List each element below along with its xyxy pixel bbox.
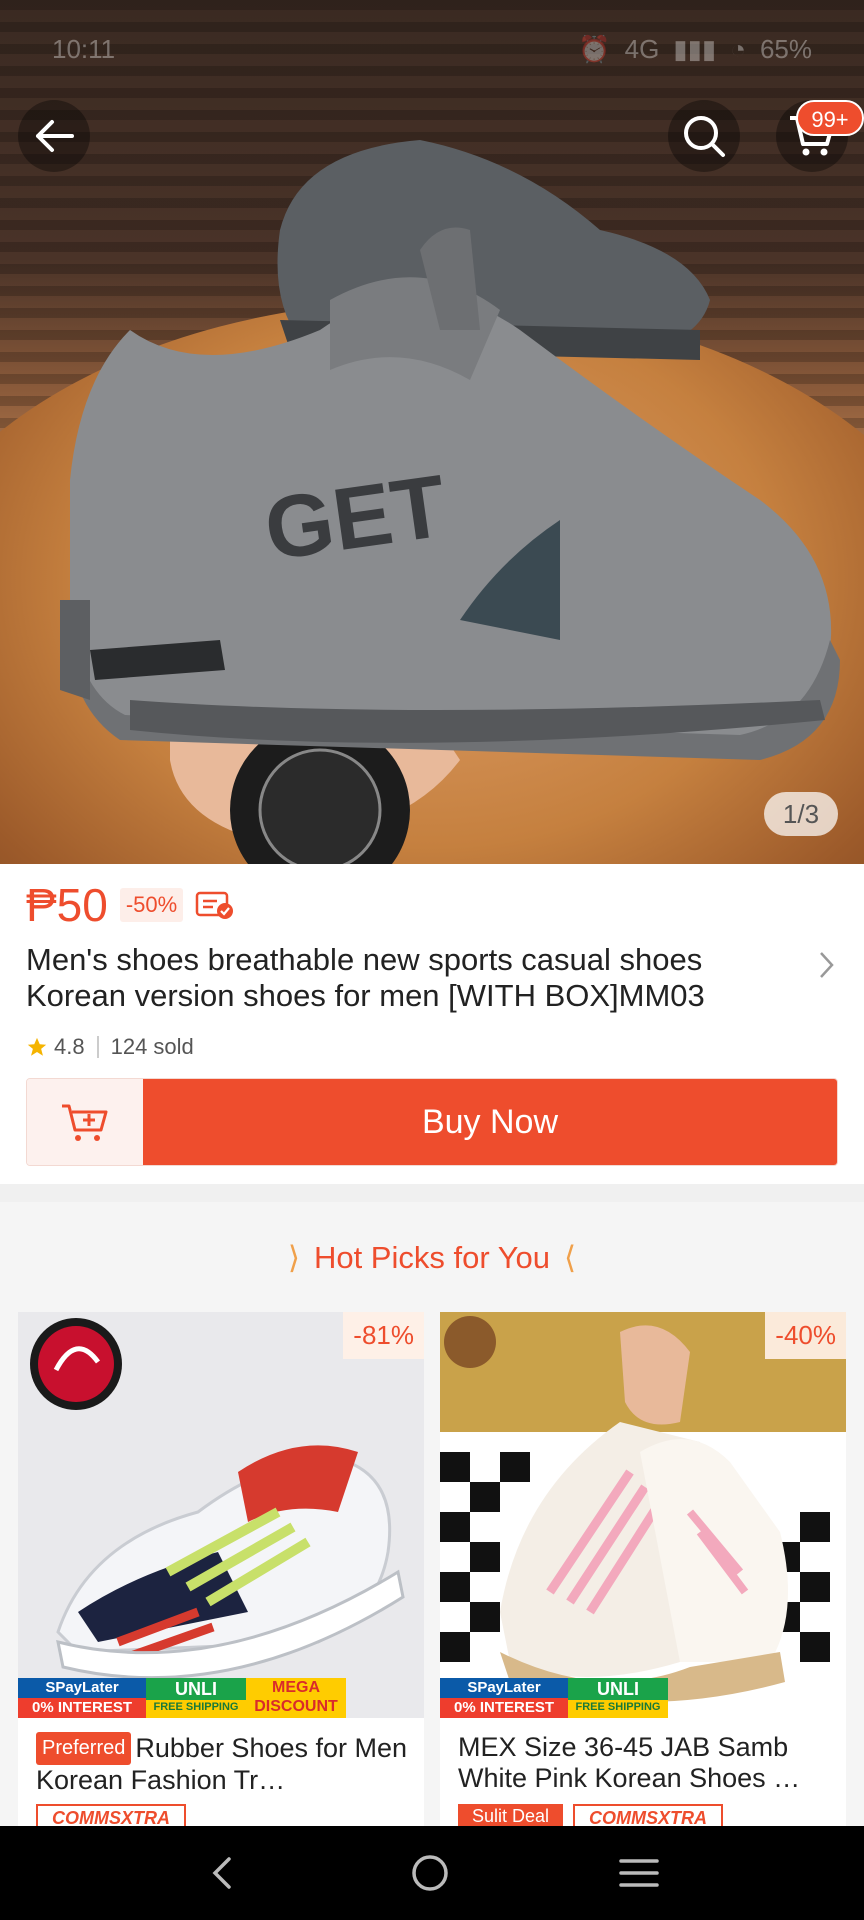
nav-home-icon[interactable] xyxy=(408,1851,452,1895)
spaylater-promo: SPayLater 0% INTEREST xyxy=(440,1678,568,1718)
product-title[interactable]: Men's shoes breathable new sports casual… xyxy=(26,942,786,1014)
mega-discount-promo: MEGA DISCOUNT xyxy=(246,1678,346,1718)
product-card[interactable]: -40% SPayLater 0% INTEREST UNLI FREE SHI… xyxy=(440,1312,846,1832)
system-navigation-bar xyxy=(0,1826,864,1920)
hot-picks-header: ⟩ Hot Picks for You ⟨ xyxy=(0,1240,864,1276)
rating-row: 4.8 124 sold xyxy=(26,1034,194,1060)
battery-level: 65% xyxy=(759,34,812,64)
status-bar: 10:11 ⏰ 4G ▮▮▮ ◔ 65% xyxy=(0,0,864,100)
purchase-bar: Buy Now xyxy=(26,1078,838,1166)
promo-strip: SPayLater 0% INTEREST UNLI FREE SHIPPING… xyxy=(18,1678,424,1718)
sparkle-right-icon: ⟨ xyxy=(564,1240,577,1275)
signal-icon: ▮▮▮ xyxy=(673,34,717,64)
sold-count: 124 sold xyxy=(110,1034,194,1059)
spaylater-label: SPayLater xyxy=(45,1679,119,1696)
card-title-text: MEX Size 36-45 JAB Samb White Pink Korea… xyxy=(458,1732,801,1793)
add-to-cart-button[interactable] xyxy=(27,1079,143,1165)
unli-promo: UNLI FREE SHIPPING xyxy=(146,1678,246,1718)
product-image-carousel[interactable]: GET 10:11 ⏰ 4G ▮▮▮ ◔ 65% 99+ 1/3 xyxy=(0,0,864,864)
product-card[interactable]: -81% SPayLater 0% INTEREST UNLI FREE SHI… xyxy=(18,1312,424,1832)
unli-label: UNLI xyxy=(175,1679,217,1699)
back-button[interactable] xyxy=(18,100,90,172)
preferred-tag: Preferred xyxy=(36,1732,132,1765)
mega-label: MEGA xyxy=(272,1679,320,1696)
promo-strip: SPayLater 0% INTEREST UNLI FREE SHIPPING xyxy=(440,1678,846,1718)
status-time: 10:11 xyxy=(52,34,116,64)
unli-label: UNLI xyxy=(597,1679,639,1699)
nav-back-icon[interactable] xyxy=(203,1853,243,1893)
search-button[interactable] xyxy=(668,100,740,172)
add-cart-icon xyxy=(62,1104,108,1141)
spaylater-label: SPayLater xyxy=(467,1679,541,1696)
sparkle-left-icon: ⟩ xyxy=(287,1240,300,1275)
image-counter: 1/3 xyxy=(764,792,838,836)
product-price: ₱50 xyxy=(26,879,108,931)
search-icon xyxy=(684,116,725,157)
hot-picks-title: Hot Picks for You xyxy=(313,1240,551,1275)
free-shipping-label: FREE SHIPPING xyxy=(575,1701,661,1713)
product-thumbnail xyxy=(440,1312,846,1718)
rating-divider xyxy=(96,1036,99,1058)
network-label: 4G xyxy=(624,34,660,64)
free-shipping-label: FREE SHIPPING xyxy=(153,1701,239,1713)
section-divider xyxy=(0,1184,864,1202)
arrow-left-icon xyxy=(36,120,74,152)
chevron-right-icon[interactable] xyxy=(816,948,838,982)
battery-icon: ◔ xyxy=(730,34,746,64)
interest-label: 0% INTEREST xyxy=(453,1699,555,1716)
cart-count-badge: 99+ xyxy=(796,100,864,136)
rating-value: 4.8 xyxy=(54,1034,85,1059)
spaylater-promo: SPayLater 0% INTEREST xyxy=(18,1678,146,1718)
unli-promo: UNLI FREE SHIPPING xyxy=(568,1678,668,1718)
buy-now-button[interactable]: Buy Now xyxy=(143,1079,837,1165)
voucher-icon[interactable] xyxy=(195,889,235,921)
card-title: Preferred Rubber Shoes for Men Korean Fas… xyxy=(36,1732,412,1796)
discount-badge: -50% xyxy=(119,888,184,922)
discount-label: DISCOUNT xyxy=(254,1698,338,1715)
interest-label: 0% INTEREST xyxy=(31,1699,133,1716)
product-thumbnail xyxy=(18,1312,424,1718)
price-row: ₱50 -50% xyxy=(26,878,235,932)
alarm-icon: ⏰ xyxy=(578,34,611,64)
card-discount-badge: -40% xyxy=(765,1312,846,1359)
hot-picks-section: ⟩ Hot Picks for You ⟨ -81% SPayLater 0% IN… xyxy=(0,1202,864,1832)
star-icon xyxy=(27,1037,47,1056)
nav-recents-icon[interactable] xyxy=(617,1853,661,1893)
card-discount-badge: -81% xyxy=(343,1312,424,1359)
status-icons: ⏰ 4G ▮▮▮ ◔ 65% xyxy=(578,34,812,65)
card-title: MEX Size 36-45 JAB Samb White Pink Korea… xyxy=(458,1732,834,1794)
